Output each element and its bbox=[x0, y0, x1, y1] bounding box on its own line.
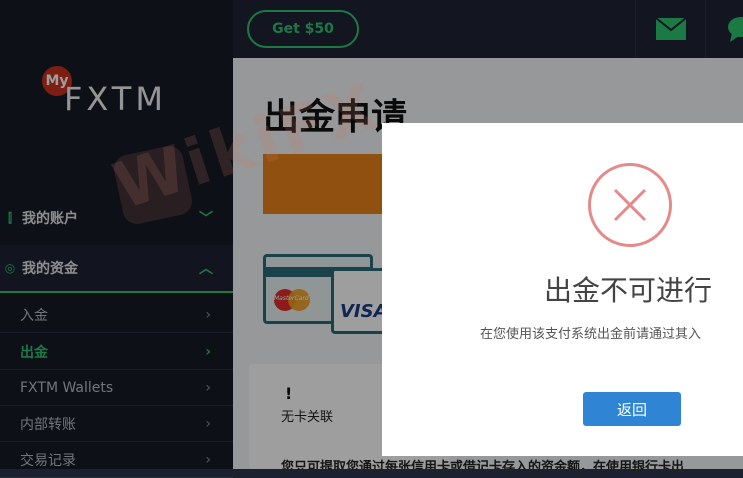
error-x-icon bbox=[588, 163, 672, 247]
dialog-message: 在您使用该支付系统出金前请通过其入 bbox=[480, 327, 702, 342]
watermark-logo-icon bbox=[111, 143, 195, 227]
dialog-title: 出金不可进行 bbox=[544, 274, 713, 307]
error-dialog: 出金不可进行 在您使用该支付系统出金前请通过其入 返回 bbox=[382, 123, 743, 456]
back-button[interactable]: 返回 bbox=[583, 392, 681, 426]
